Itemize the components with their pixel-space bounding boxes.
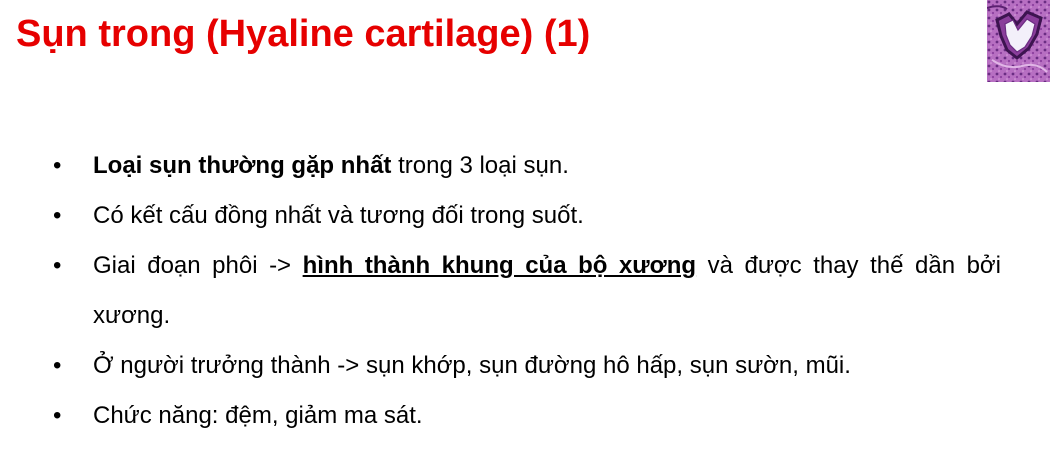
bullet-emphasis-text: hình thành khung của bộ xương <box>302 252 697 279</box>
bullet-marker: • <box>53 252 62 279</box>
hyaline-cartilage-micrograph-icon <box>987 0 1050 82</box>
bullet-rest-text: trong 3 loại sụn. <box>391 152 569 179</box>
bullet-text: Chức năng: đệm, giảm ma sát. <box>93 402 423 429</box>
bullet-bold-text: Loại sụn thường gặp nhất <box>93 152 392 179</box>
slide: Sụn trong (Hyaline cartilage) (1) • Loại… <box>0 0 1050 462</box>
bullet-text: Giai đoạn phôi -> hình thành khung của b… <box>93 241 1001 341</box>
bullet-list: • Loại sụn thường gặp nhất trong 3 loại … <box>0 141 1050 441</box>
bullet-marker: • <box>53 402 62 429</box>
list-item: • Loại sụn thường gặp nhất trong 3 loại … <box>0 141 1001 191</box>
bullet-text: Có kết cấu đồng nhất và tương đối trong … <box>93 202 584 229</box>
list-item: • Chức năng: đệm, giảm ma sát. <box>0 391 1001 441</box>
bullet-text: Ở người trưởng thành -> sụn khớp, sụn đư… <box>93 352 851 379</box>
list-item: • Giai đoạn phôi -> hình thành khung của… <box>0 241 1001 341</box>
list-item: • Có kết cấu đồng nhất và tương đối tron… <box>0 191 1001 241</box>
bullet-text: Loại sụn thường gặp nhất trong 3 loại sụ… <box>93 141 1001 191</box>
bullet-lead-text: Giai đoạn phôi -> <box>93 252 303 279</box>
bullet-marker: • <box>53 202 62 229</box>
bullet-marker: • <box>53 152 62 179</box>
bullet-marker: • <box>53 352 62 379</box>
slide-title: Sụn trong (Hyaline cartilage) (1) <box>16 13 591 55</box>
list-item: • Ở người trưởng thành -> sụn khớp, sụn … <box>0 341 1001 391</box>
